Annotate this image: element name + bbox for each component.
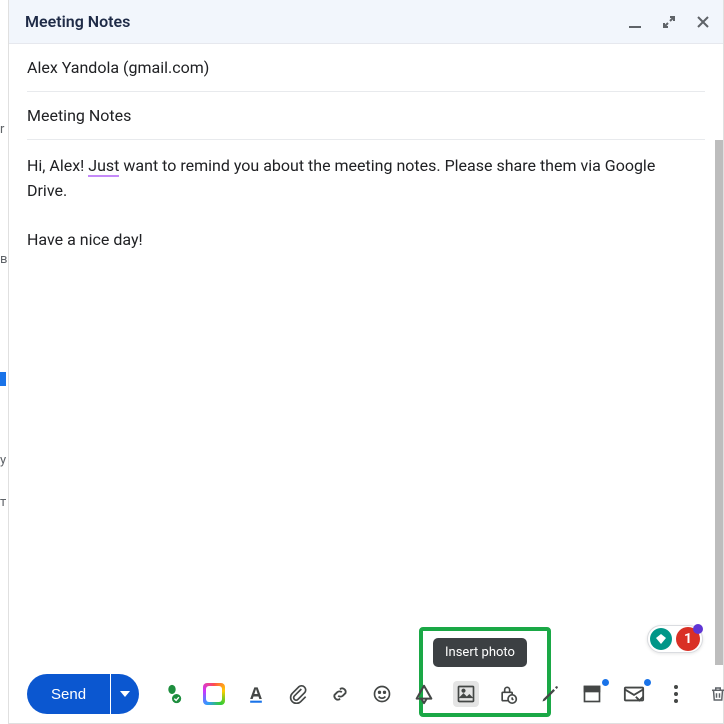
compose-window: Meeting Notes Alex Yandola (gmail.com) M… (8, 0, 724, 724)
close-icon[interactable] (695, 14, 711, 30)
subject-text: Meeting Notes (27, 106, 131, 125)
emoji-icon[interactable] (369, 681, 395, 707)
paperclip-icon[interactable] (285, 681, 311, 707)
pen-icon[interactable] (537, 681, 563, 707)
recipient-chip: Alex Yandola (gmail.com) (27, 58, 209, 77)
message-body[interactable]: Hi, Alex! Just want to remind you about … (27, 140, 723, 665)
chevron-down-icon (120, 691, 130, 697)
send-button[interactable]: Send (27, 674, 110, 714)
photo-icon[interactable] (453, 681, 479, 707)
send-group: Send (27, 674, 139, 714)
recipients-field[interactable]: Alex Yandola (gmail.com) (27, 44, 705, 92)
ai-suggest-icon[interactable] (201, 681, 227, 707)
expand-icon[interactable] (661, 14, 677, 30)
drive-icon[interactable] (411, 681, 437, 707)
bg-fragment: r (0, 122, 8, 137)
send-options-button[interactable] (111, 674, 139, 714)
extension-teal-icon (650, 628, 672, 650)
scrollbar[interactable] (715, 140, 723, 665)
body-text: Have a nice day! (27, 230, 143, 249)
bg-fragment: т (0, 495, 8, 510)
window-title: Meeting Notes (25, 12, 627, 31)
extension-badge[interactable]: 1 (647, 625, 703, 653)
bg-fragment: у (0, 453, 8, 468)
templates-icon[interactable] (579, 681, 605, 707)
body-text: want to remind you about the meeting not… (27, 156, 655, 200)
lock-clock-icon[interactable] (495, 681, 521, 707)
link-icon[interactable] (327, 681, 353, 707)
text-format-icon[interactable] (243, 681, 269, 707)
body-text: Hi, Alex! (27, 156, 88, 175)
extension-count: 1 (676, 627, 700, 651)
trash-icon[interactable] (705, 681, 724, 707)
subject-field[interactable]: Meeting Notes (27, 92, 705, 140)
bg-fragment: в (0, 252, 8, 267)
compose-toolbar: Send (9, 665, 723, 723)
signature-check-icon[interactable] (159, 681, 185, 707)
bg-fragment (0, 372, 6, 386)
mail-followup-icon[interactable] (621, 681, 647, 707)
more-vert-icon[interactable] (663, 681, 689, 707)
tooltip: Insert photo (433, 638, 527, 667)
window-controls (627, 14, 711, 30)
titlebar: Meeting Notes (9, 0, 723, 44)
minimize-icon[interactable] (627, 14, 643, 30)
spellcheck-underline[interactable]: Just (88, 156, 119, 177)
